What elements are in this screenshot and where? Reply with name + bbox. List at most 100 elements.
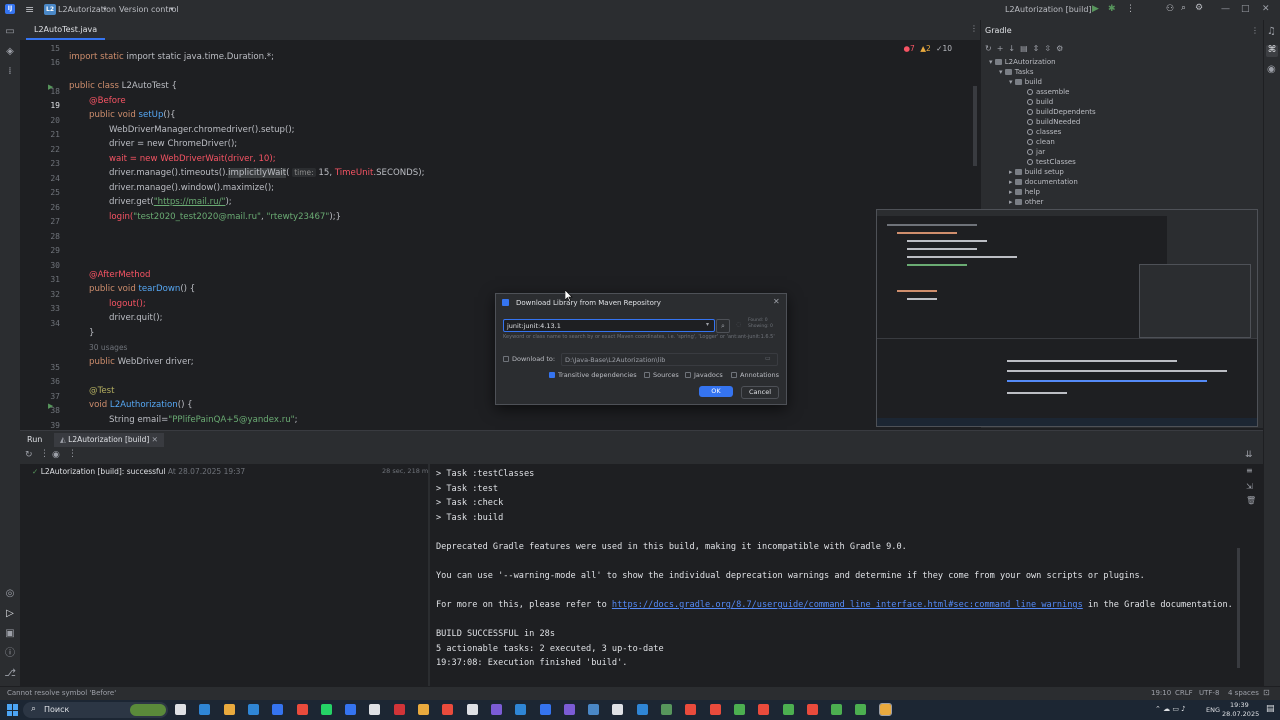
chevron-right-icon[interactable]: ▸ bbox=[1009, 188, 1015, 196]
app-icon[interactable] bbox=[466, 704, 478, 715]
main-menu-icon[interactable]: ≡ bbox=[25, 3, 34, 16]
run-icon[interactable]: ▶ bbox=[1092, 4, 1099, 14]
run-gutter-icon[interactable]: ▶ bbox=[48, 402, 53, 410]
project-folder-icon[interactable]: ▭ bbox=[4, 26, 16, 38]
maven-tool-icon[interactable]: ◉ bbox=[1267, 64, 1276, 75]
caret-position[interactable]: 19:10 bbox=[1151, 689, 1171, 697]
gradle-tool-icon[interactable]: ⌘ bbox=[1266, 45, 1278, 57]
app-icon[interactable] bbox=[612, 704, 624, 715]
app-icon[interactable] bbox=[806, 704, 818, 715]
structure-icon[interactable]: ⁞ bbox=[4, 66, 16, 78]
chevron-down-icon[interactable]: ▾ bbox=[989, 58, 995, 66]
expand-icon[interactable]: ⇕ bbox=[1033, 44, 1045, 53]
chrome-icon[interactable] bbox=[878, 703, 892, 716]
gradle-tree-task[interactable]: assemble bbox=[1027, 88, 1069, 96]
cancel-button[interactable]: Cancel bbox=[741, 386, 779, 399]
wrap-icon[interactable]: ≡ bbox=[1246, 466, 1253, 475]
transitive-dependencies-checkbox[interactable]: Transitive dependencies bbox=[549, 371, 637, 379]
opera-icon[interactable] bbox=[393, 704, 405, 715]
gradle-tree-folder[interactable]: ▾ Tasks bbox=[999, 68, 1034, 76]
gradle-tree-task[interactable]: testClasses bbox=[1027, 158, 1076, 166]
execute-icon[interactable]: ▤ bbox=[1020, 44, 1033, 53]
chrome-icon[interactable] bbox=[733, 704, 745, 715]
checkbox[interactable] bbox=[503, 356, 509, 362]
docs-link[interactable]: https://docs.gradle.org/8.7/userguide/co… bbox=[612, 600, 1083, 610]
indent-setting[interactable]: 4 spaces bbox=[1228, 689, 1259, 697]
search-input[interactable]: junit:junit:4.13.1 ▾ bbox=[503, 319, 715, 332]
line-separator[interactable]: CRLF bbox=[1175, 689, 1193, 697]
notifications-icon[interactable]: ♫ bbox=[1267, 26, 1276, 37]
clock-date[interactable]: 28.07.2025 bbox=[1222, 710, 1259, 718]
app-icon[interactable] bbox=[709, 704, 721, 715]
gradle-tree-folder[interactable]: ▸ help bbox=[1009, 188, 1040, 196]
checkbox[interactable] bbox=[644, 372, 650, 378]
chevron-down-icon[interactable]: ▾ bbox=[999, 68, 1005, 76]
chevron-down-icon[interactable]: ▾ bbox=[706, 321, 709, 328]
app-icon[interactable] bbox=[661, 704, 672, 715]
gradle-tree-folder[interactable]: ▸ documentation bbox=[1009, 178, 1078, 186]
notification-center-icon[interactable]: ▤ bbox=[1266, 704, 1275, 714]
app-icon[interactable] bbox=[758, 704, 770, 715]
filter-icon[interactable]: ⋮ bbox=[40, 449, 49, 459]
gradle-tree-folder[interactable]: ▸ build setup bbox=[1009, 168, 1064, 176]
download-icon[interactable]: ↓ bbox=[1008, 44, 1020, 53]
app-icon[interactable] bbox=[345, 704, 357, 715]
close-icon[interactable]: ✕ bbox=[773, 297, 780, 306]
input-language[interactable]: ENG bbox=[1206, 706, 1220, 714]
close-icon[interactable]: ✕ bbox=[1262, 4, 1270, 14]
download-path-field[interactable]: D:\Java-Base\L2Autorization\lib ▭ bbox=[561, 353, 778, 366]
lock-icon[interactable]: ⊡ bbox=[1263, 688, 1270, 697]
gradle-tree-folder[interactable]: ▸ other bbox=[1009, 198, 1043, 206]
run-tool-icon[interactable]: ▷ bbox=[4, 608, 16, 620]
run-config-tab[interactable]: ◭ L2Autorization [build] ✕ bbox=[54, 433, 164, 447]
sources-checkbox[interactable]: Sources bbox=[644, 371, 679, 379]
rerun-icon[interactable]: ↻ bbox=[25, 450, 33, 460]
more-actions-icon[interactable]: ⋮ bbox=[1126, 4, 1135, 14]
more-tabs-icon[interactable]: ⋮ bbox=[970, 24, 978, 33]
chevron-right-icon[interactable]: ▸ bbox=[1009, 168, 1015, 176]
gradle-tree-folder[interactable]: ▾ build bbox=[1009, 78, 1042, 86]
browse-folder-icon[interactable]: ▭ bbox=[765, 355, 771, 362]
gradle-tree-task[interactable]: buildNeeded bbox=[1027, 118, 1080, 126]
chrome-icon[interactable] bbox=[296, 704, 308, 715]
trash-icon[interactable]: 🗑 bbox=[1246, 496, 1256, 505]
collapse-icon[interactable]: ⇳ bbox=[1044, 44, 1056, 53]
checkbox[interactable] bbox=[731, 372, 737, 378]
steam-icon[interactable] bbox=[247, 704, 259, 715]
app-icon[interactable] bbox=[272, 704, 284, 715]
minimize-icon[interactable]: — bbox=[1221, 4, 1230, 14]
build-result-item[interactable]: ✓ L2Autorization [build]: successful At … bbox=[32, 467, 245, 476]
commit-icon[interactable]: ◈ bbox=[4, 46, 16, 58]
settings-icon[interactable]: ⚙ bbox=[1195, 3, 1203, 13]
terminal-icon[interactable]: ▣ bbox=[4, 628, 16, 640]
gradle-tree-task[interactable]: jar bbox=[1027, 148, 1045, 156]
editor-tab[interactable]: L2AutoTest.java bbox=[26, 22, 106, 40]
inspection-widget[interactable]: ●7 ▲2 ✓10 bbox=[903, 44, 952, 53]
run-config-selector[interactable]: L2Autorization [build] bbox=[1005, 5, 1092, 14]
annotations-checkbox[interactable]: Annotations bbox=[731, 371, 779, 379]
maximize-icon[interactable]: □ bbox=[1241, 4, 1250, 14]
console-output[interactable]: > Task :testClasses > Task :test > Task … bbox=[430, 464, 1240, 686]
intellij-icon[interactable] bbox=[539, 704, 551, 715]
chevron-down-icon[interactable]: ▾ bbox=[1009, 78, 1015, 86]
add-user-icon[interactable]: ⚇ bbox=[1166, 4, 1174, 14]
whatsapp-icon[interactable] bbox=[320, 704, 332, 715]
debug-icon[interactable]: ✱ bbox=[1108, 4, 1116, 14]
checkbox[interactable] bbox=[549, 372, 555, 378]
close-icon[interactable]: ✕ bbox=[152, 435, 158, 444]
settings-icon[interactable]: ⚙ bbox=[1056, 44, 1068, 53]
yandex-icon[interactable] bbox=[418, 704, 429, 715]
run-gutter-icon[interactable]: ▶ bbox=[48, 83, 53, 91]
chevron-right-icon[interactable]: ▸ bbox=[1009, 198, 1015, 206]
services-icon[interactable]: ◎ bbox=[4, 588, 16, 600]
ok-button[interactable]: OK bbox=[699, 386, 733, 397]
soft-wrap-icon[interactable]: ⇲ bbox=[1246, 482, 1253, 491]
app-icon[interactable] bbox=[442, 704, 454, 715]
project-selector[interactable]: L2Autorization bbox=[58, 5, 116, 14]
add-icon[interactable]: + bbox=[997, 44, 1009, 53]
chrome-icon[interactable] bbox=[855, 704, 867, 715]
gradle-tree-task[interactable]: clean bbox=[1027, 138, 1055, 146]
editor-scrollbar[interactable] bbox=[973, 86, 977, 166]
file-encoding[interactable]: UTF-8 bbox=[1199, 689, 1219, 697]
search-icon[interactable]: ⌕ bbox=[1181, 3, 1186, 13]
